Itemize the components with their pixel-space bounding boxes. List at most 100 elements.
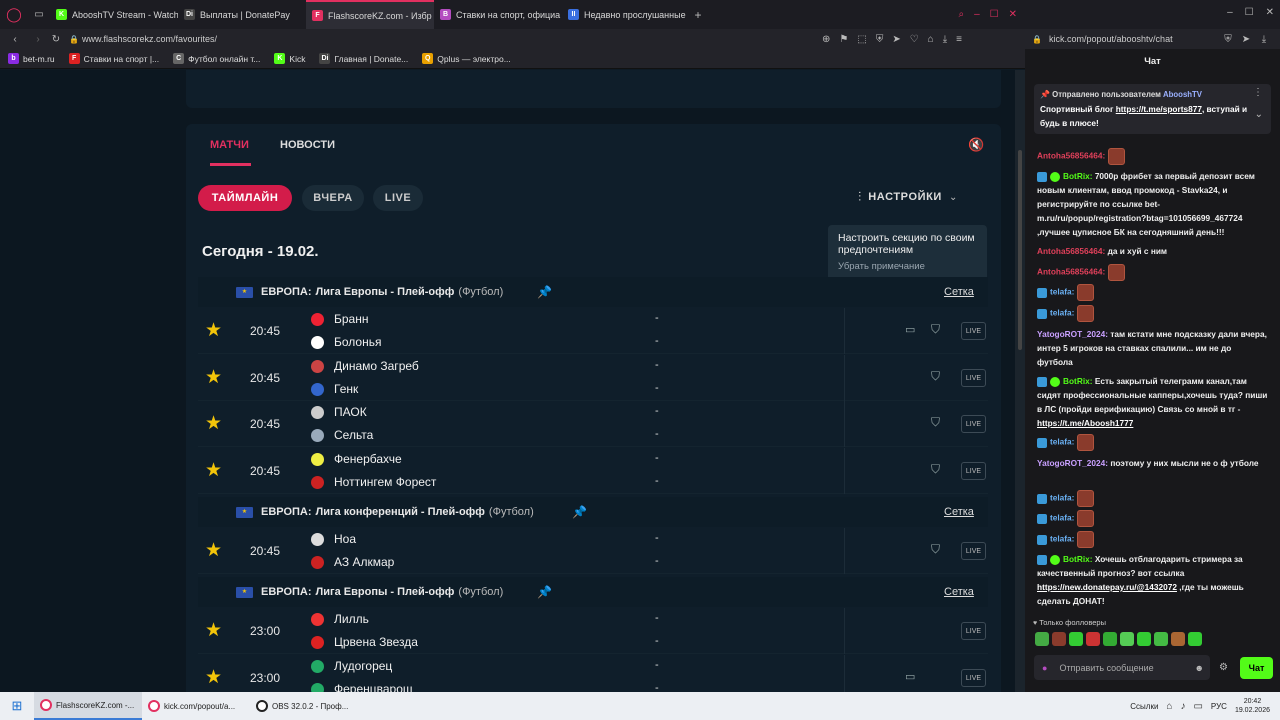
favorite-star-icon[interactable]: ★ <box>205 459 222 482</box>
emote-picker-item[interactable] <box>1154 632 1168 646</box>
emote-picker-item[interactable] <box>1086 632 1100 646</box>
tv-icon[interactable]: ▭ <box>905 670 915 683</box>
scrollbar-thumb[interactable] <box>1018 150 1022 350</box>
browser-tab[interactable]: K AbooshTV Stream - Watch <box>50 0 178 29</box>
league-name[interactable]: Лига конференций - Плей-офф <box>316 506 485 518</box>
wallet-icon[interactable]: ⌂ <box>928 34 934 45</box>
heart-icon[interactable]: ♡ <box>910 34 919 45</box>
browser-tab[interactable]: B Ставки на спорт, официа <box>434 0 562 29</box>
emote-picker-item[interactable] <box>1120 632 1134 646</box>
league-title[interactable]: ЕВРОПА: Лига конференций - Плей-офф (Футбо… <box>261 506 534 518</box>
pinned-message[interactable]: 📌 Отправлено пользователем AbooshTV Спор… <box>1034 84 1271 134</box>
favorite-star-icon[interactable]: ★ <box>205 412 222 435</box>
chat-username[interactable]: telafa: <box>1050 493 1074 503</box>
chat-username[interactable]: telafa: <box>1050 437 1074 447</box>
favorite-star-icon[interactable]: ★ <box>205 539 222 562</box>
match-row[interactable]: ★ 20:45 Бранн Болонья - - ⛉ ▭ LIVE <box>198 308 988 354</box>
lineup-icon[interactable]: ⛉ <box>931 462 940 477</box>
tooltip-dismiss-link[interactable]: Убрать примечание <box>838 261 977 272</box>
match-row[interactable]: ★ 20:45 Динамо Загреб Генк - - ⛉ LIVE <box>198 355 988 401</box>
bookmark-item[interactable]: K Kick <box>274 53 305 64</box>
page-scrollbar[interactable] <box>1015 70 1025 692</box>
sidebar-toggle-icon[interactable]: ▭ <box>28 9 50 20</box>
browser-tab[interactable]: F FlashscoreKZ.com - Избр <box>306 0 434 29</box>
network-icon[interactable]: ⌂ <box>1166 701 1172 712</box>
match-row[interactable]: ★ 20:45 ПАОК Сельта - - ⛉ LIVE <box>198 401 988 447</box>
mic-icon[interactable]: ● <box>1042 663 1047 673</box>
bookmark-item[interactable]: b bet-m.ru <box>8 53 55 64</box>
mute-icon[interactable]: 🔇 <box>968 137 984 153</box>
close-icon[interactable]: ✕ <box>1266 7 1274 18</box>
chat-username[interactable]: YatogoROT_2024: <box>1037 458 1108 468</box>
league-name[interactable]: Лига Европы - Плей-офф <box>316 286 455 298</box>
bookmark-icon[interactable]: ⚑ <box>839 34 848 45</box>
emote-picker-item[interactable] <box>1171 632 1185 646</box>
emote-picker-item[interactable] <box>1188 632 1202 646</box>
bookmark-item[interactable]: F Ставки на спорт |... <box>68 53 159 64</box>
live-button[interactable]: LIVE <box>961 369 986 387</box>
favorite-star-icon[interactable]: ★ <box>205 666 222 689</box>
bookmark-item[interactable]: C Футбол онлайн т... <box>173 53 260 64</box>
new-tab-button[interactable]: + <box>690 8 706 22</box>
filter-yesterday-button[interactable]: ВЧЕРА <box>302 185 364 211</box>
tab-news[interactable]: НОВОСТИ <box>280 139 335 151</box>
league-title[interactable]: ЕВРОПА: Лига Европы - Плей-офф (Футбол) <box>261 586 503 598</box>
pin-icon[interactable]: 📌 <box>572 505 587 519</box>
minimize-icon[interactable]: – <box>974 9 980 20</box>
live-button[interactable]: LIVE <box>961 462 986 480</box>
zoom-icon[interactable]: ⊕ <box>822 34 830 45</box>
favorite-star-icon[interactable]: ★ <box>205 619 222 642</box>
browser-tab[interactable]: II Недавно прослушанные <box>562 0 690 29</box>
url-field[interactable]: www.flashscorekz.com/favourites/ <box>82 34 782 44</box>
chat-link[interactable]: https://t.me/Aboosh1777 <box>1037 418 1133 428</box>
reload-icon[interactable]: ↻ <box>46 34 66 45</box>
chat-username[interactable]: telafa: <box>1050 308 1074 318</box>
tab-matches[interactable]: МАТЧИ <box>210 139 249 151</box>
expand-icon[interactable]: ⌄ <box>1255 108 1263 122</box>
more-icon[interactable]: ⋮ <box>1253 86 1263 100</box>
match-row[interactable]: ★ 20:45 Ноа АЗ Алкмар - - ⛉ LIVE <box>198 528 988 574</box>
chat-username[interactable]: BotRix: <box>1063 376 1093 386</box>
battery-icon[interactable]: ▭ <box>1193 701 1202 712</box>
download-icon[interactable]: ⤓ <box>943 34 947 45</box>
shield-icon[interactable]: ⛨ <box>1219 34 1237 45</box>
start-icon[interactable]: ⊞ <box>0 698 34 714</box>
settings-button[interactable]: ⫶ НАСТРОЙКИ ⌄ <box>858 189 957 205</box>
chat-username[interactable]: telafa: <box>1050 513 1074 523</box>
favorite-star-icon[interactable]: ★ <box>205 319 222 342</box>
chat-username[interactable]: Antoha56856464: <box>1037 246 1105 256</box>
league-name[interactable]: Лига Европы - Плей-офф <box>316 586 455 598</box>
minimize-icon[interactable]: – <box>1227 7 1233 18</box>
chat-username[interactable]: Antoha56856464: <box>1037 267 1105 277</box>
chat-username[interactable]: telafa: <box>1050 287 1074 297</box>
taskbar-app[interactable]: OBS 32.0.2 - Проф... <box>250 692 358 720</box>
search-tabs-icon[interactable]: ⌕ <box>958 9 964 20</box>
filter-timeline-button[interactable]: ТАЙМЛАЙН <box>198 185 292 211</box>
maximize-icon[interactable]: ☐ <box>1245 7 1254 18</box>
chat-username[interactable]: Antoha56856464: <box>1037 151 1105 161</box>
chat-url-field[interactable]: kick.com/popout/abooshtv/chat <box>1049 34 1219 44</box>
pin-icon[interactable]: 📌 <box>537 585 552 599</box>
lineup-icon[interactable]: ⛉ <box>931 542 940 557</box>
filter-live-button[interactable]: LIVE <box>373 185 423 211</box>
chat-input[interactable]: ● Отправить сообщение ☻ <box>1034 655 1210 680</box>
forward-icon[interactable]: › <box>30 34 46 45</box>
emote-picker-item[interactable] <box>1052 632 1066 646</box>
taskbar-app[interactable]: kick.com/popout/a... <box>142 692 250 720</box>
lineup-icon[interactable]: ⛉ <box>931 322 940 337</box>
pinned-link[interactable]: https://t.me/sports877 <box>1116 104 1202 114</box>
clock[interactable]: 20:42 19.02.2026 <box>1235 697 1270 715</box>
bracket-link[interactable]: Сетка <box>944 506 974 518</box>
match-row[interactable]: ★ 23:00 Лилль Црвена Звезда - - LIVE <box>198 608 988 654</box>
menu-icon[interactable]: ≡ <box>956 34 962 45</box>
screenshot-icon[interactable]: ⬚ <box>857 34 866 45</box>
maximize-icon[interactable]: ☐ <box>990 9 999 20</box>
pin-icon[interactable]: 📌 <box>537 285 552 299</box>
tv-icon[interactable]: ▭ <box>905 323 915 336</box>
bookmark-item[interactable]: Di Главная | Donate... <box>319 53 408 64</box>
favorite-star-icon[interactable]: ★ <box>205 366 222 389</box>
language-indicator[interactable]: РУС <box>1211 702 1227 711</box>
volume-icon[interactable]: ♪ <box>1180 701 1185 712</box>
live-button[interactable]: LIVE <box>961 669 986 687</box>
chat-username[interactable]: YatogoROT_2024: <box>1037 329 1108 339</box>
